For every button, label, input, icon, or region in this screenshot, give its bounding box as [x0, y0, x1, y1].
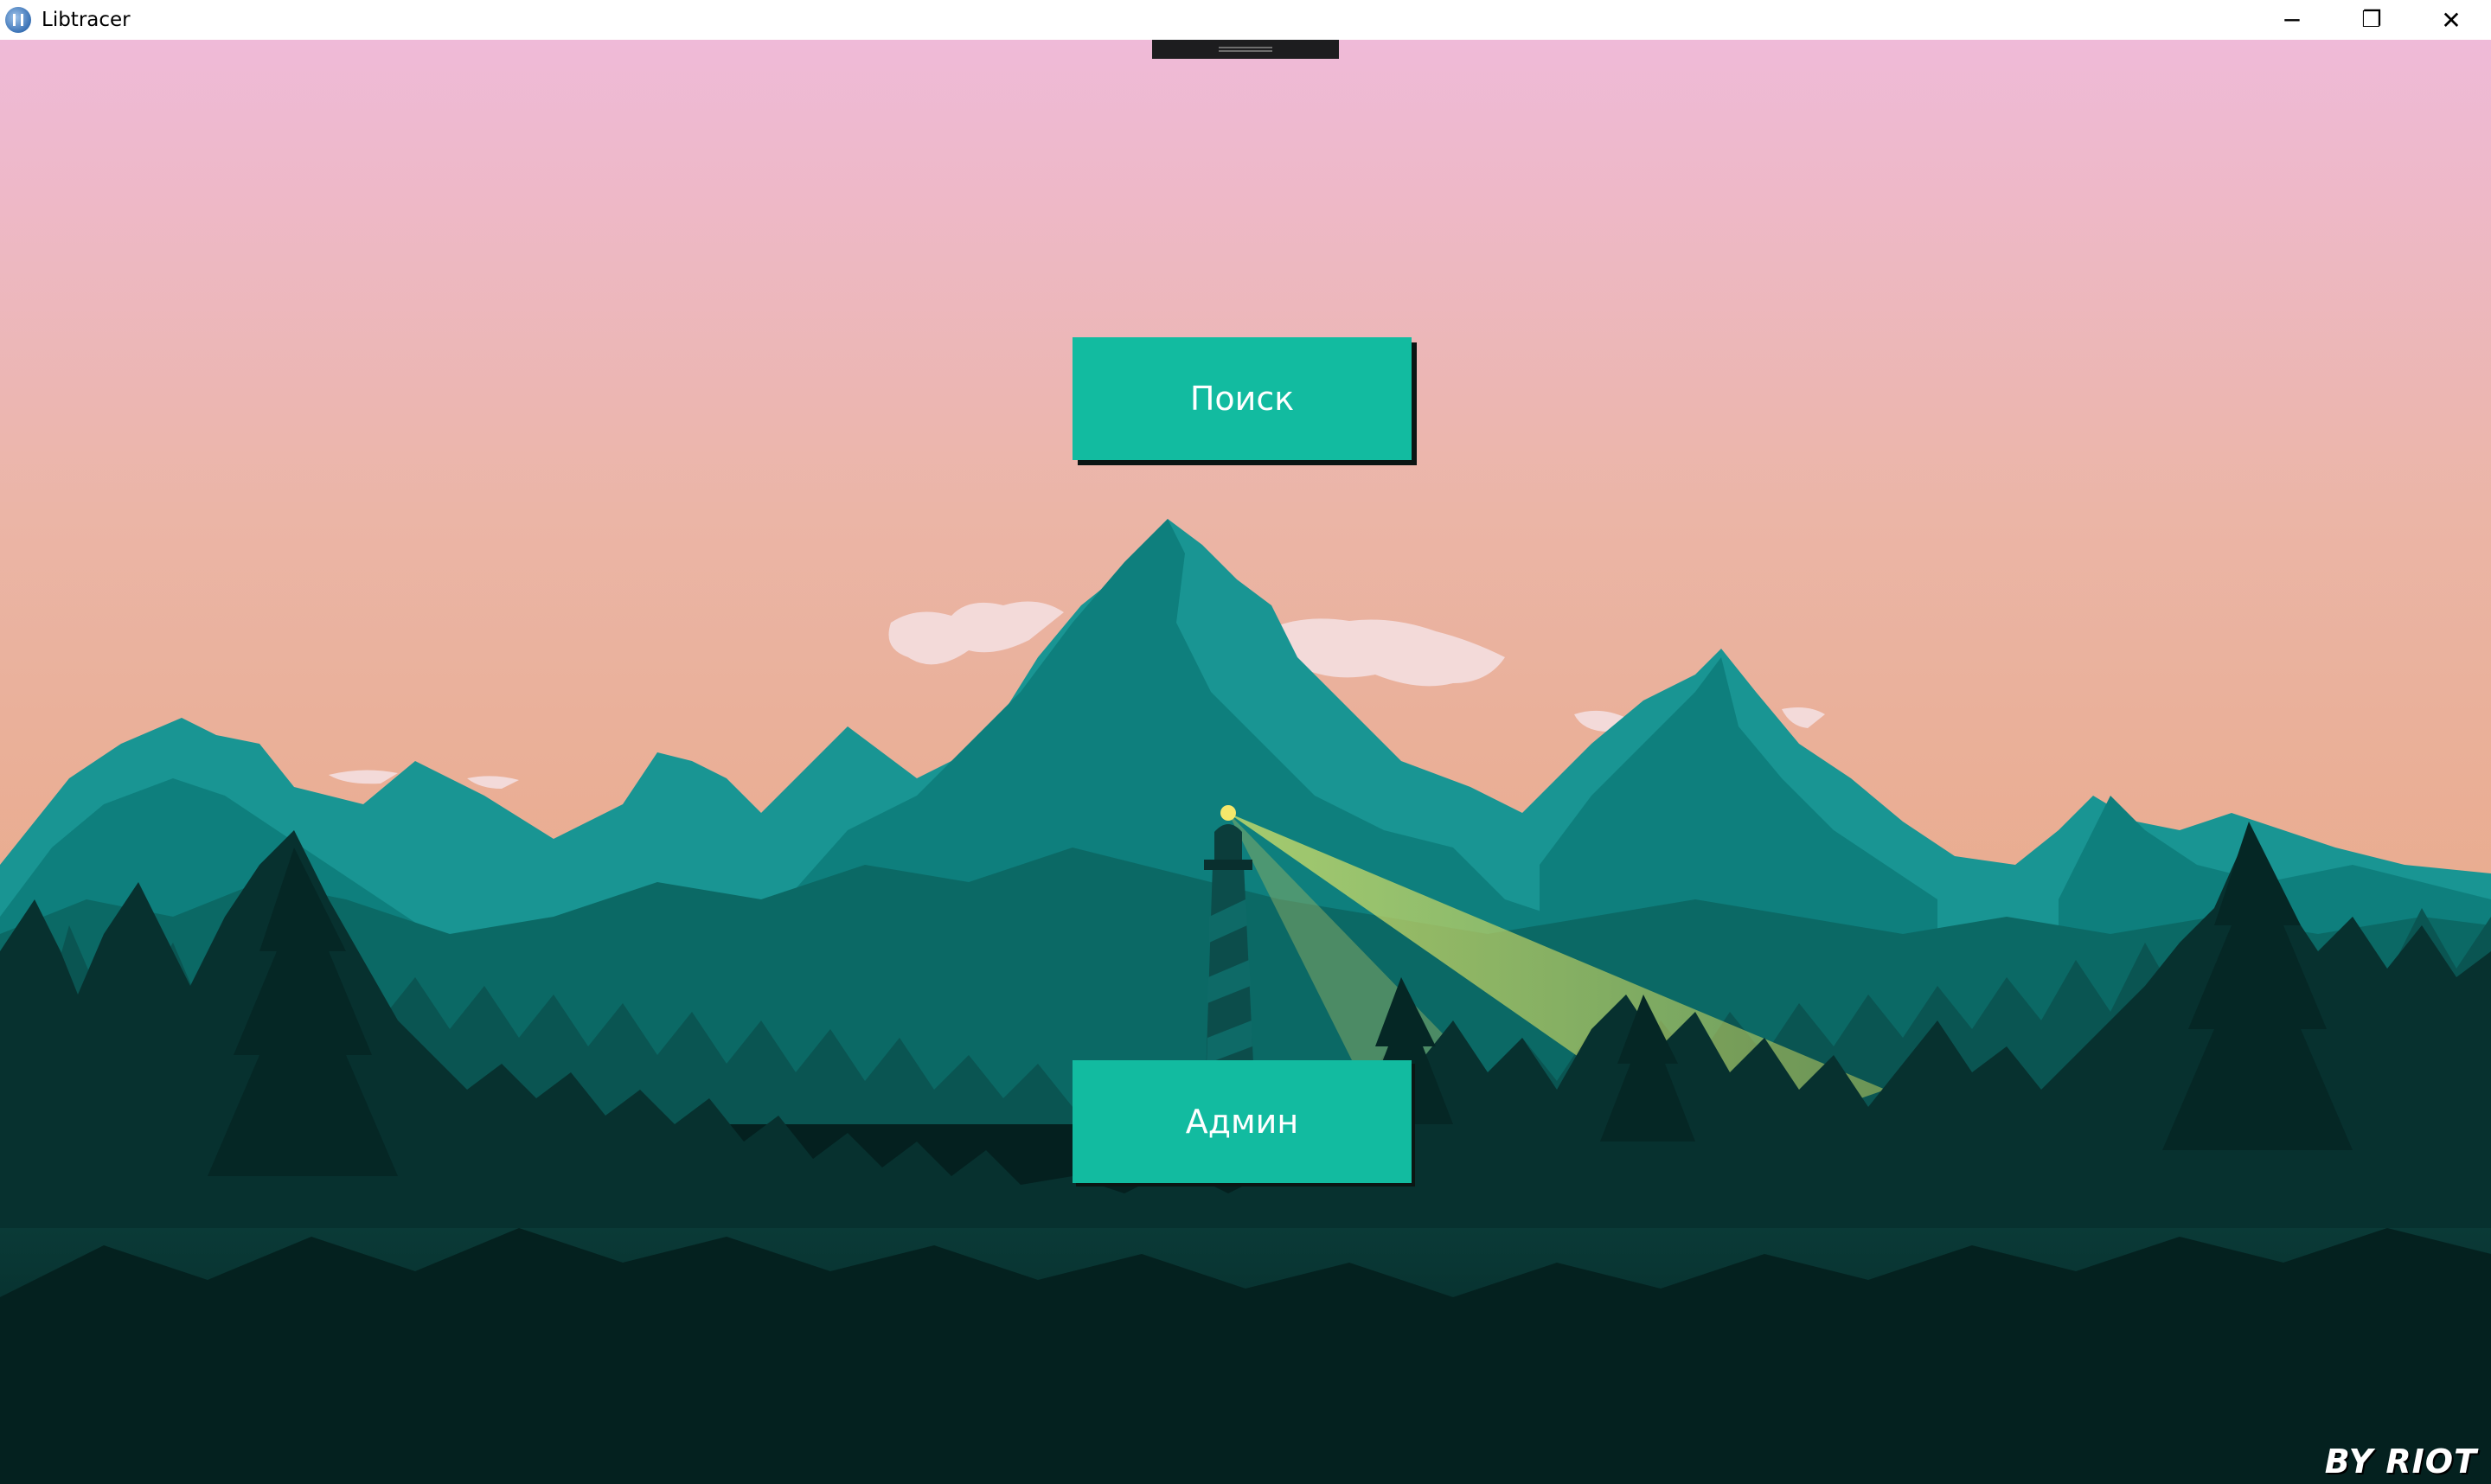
restore-button[interactable]: ❐ [2332, 0, 2411, 40]
window-title: Libtracer [42, 9, 131, 31]
window-controls: ─ ❐ ✕ [2252, 0, 2491, 40]
grip-icon [1219, 47, 1272, 52]
author-credit: BY RIOT [2324, 1442, 2477, 1481]
drag-handle[interactable] [1152, 40, 1339, 59]
close-button[interactable]: ✕ [2411, 0, 2491, 40]
app-logo-icon [5, 7, 31, 33]
admin-button[interactable]: Админ [1073, 1060, 1412, 1183]
search-button[interactable]: Поиск [1073, 337, 1412, 460]
minimize-button[interactable]: ─ [2252, 0, 2332, 40]
background-landscape [0, 40, 2491, 1484]
window-titlebar[interactable]: Libtracer ─ ❐ ✕ [0, 0, 2491, 40]
